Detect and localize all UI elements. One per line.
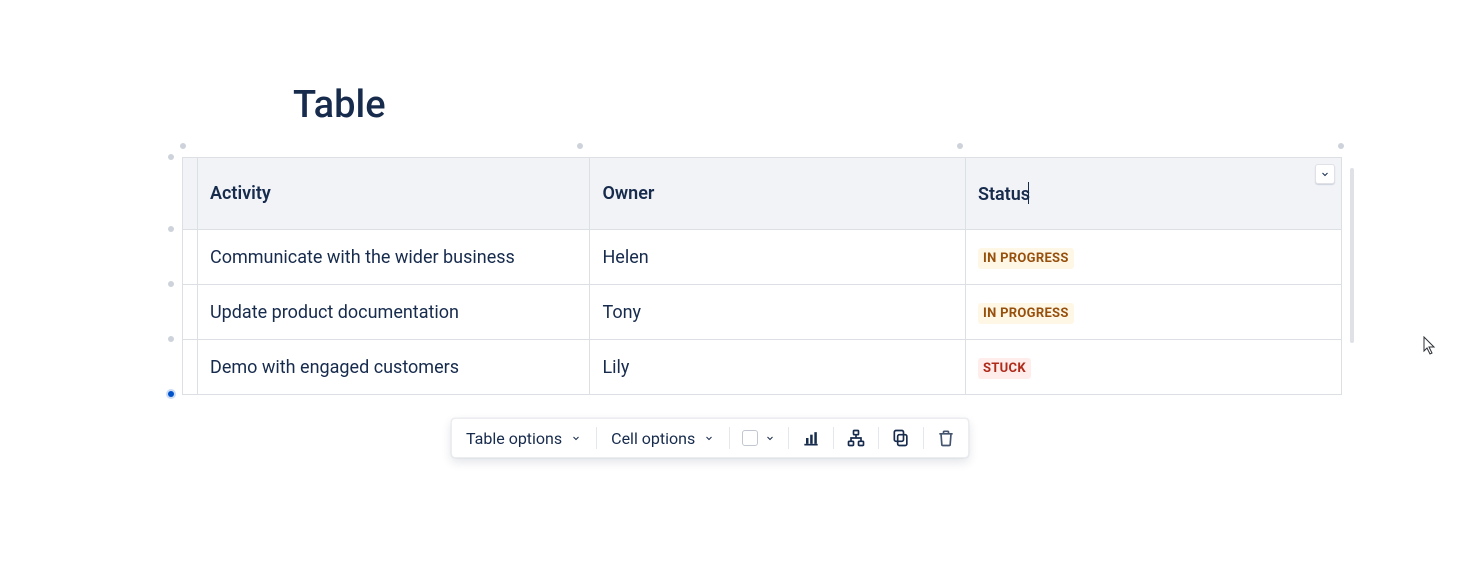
mouse-cursor-icon: [1423, 336, 1437, 356]
copy-icon: [891, 428, 911, 448]
column-header-status-text: Status: [978, 184, 1030, 205]
table-floating-toolbar: Table options Cell options: [451, 418, 969, 458]
column-header-status[interactable]: Status: [965, 158, 1341, 230]
manage-connected-data-button[interactable]: [834, 419, 878, 457]
trash-icon: [936, 428, 956, 448]
row-number-cell[interactable]: [183, 230, 198, 285]
column-header-owner[interactable]: Owner: [590, 158, 966, 230]
cell-options-label: Cell options: [611, 429, 695, 448]
color-swatch-icon: [742, 430, 758, 446]
text-cursor: [1028, 182, 1029, 204]
page-title: Table: [293, 83, 386, 129]
insert-chart-button[interactable]: [789, 419, 833, 457]
data-table: Activity Owner Status Communicate with t…: [182, 157, 1342, 395]
cell-status[interactable]: IN PROGRESS: [965, 285, 1341, 340]
cell-activity[interactable]: Update product documentation: [198, 285, 590, 340]
chevron-down-icon: [1319, 168, 1331, 180]
column-handle[interactable]: [1338, 143, 1344, 149]
column-header-activity[interactable]: Activity: [198, 158, 590, 230]
row-number-header[interactable]: [183, 158, 198, 230]
row-handle[interactable]: [168, 154, 174, 160]
table-container: Activity Owner Status Communicate with t…: [182, 157, 1342, 395]
row-handle[interactable]: [168, 281, 174, 287]
cell-status[interactable]: IN PROGRESS: [965, 230, 1341, 285]
table-options-button[interactable]: Table options: [452, 419, 596, 457]
cell-owner[interactable]: Tony: [590, 285, 966, 340]
table-options-label: Table options: [466, 429, 562, 448]
cell-activity[interactable]: Communicate with the wider business: [198, 230, 590, 285]
row-handle[interactable]: [168, 336, 174, 342]
row-number-cell[interactable]: [183, 285, 198, 340]
status-badge: IN PROGRESS: [978, 303, 1074, 324]
table-row[interactable]: Update product documentation Tony IN PRO…: [183, 285, 1342, 340]
status-badge: IN PROGRESS: [978, 248, 1074, 269]
cell-status[interactable]: STUCK: [965, 340, 1341, 395]
row-number-cell[interactable]: [183, 340, 198, 395]
cell-options-button[interactable]: Cell options: [597, 419, 729, 457]
column-options-button[interactable]: [1315, 164, 1335, 184]
delete-table-button[interactable]: [924, 419, 968, 457]
chart-icon: [801, 428, 821, 448]
table-row[interactable]: Demo with engaged customers Lily STUCK: [183, 340, 1342, 395]
sitemap-icon: [846, 428, 866, 448]
cell-owner[interactable]: Helen: [590, 230, 966, 285]
status-badge: STUCK: [978, 358, 1031, 379]
chevron-down-icon: [764, 432, 776, 444]
row-handle[interactable]: [168, 391, 174, 397]
cell-owner[interactable]: Lily: [590, 340, 966, 395]
copy-table-button[interactable]: [879, 419, 923, 457]
cell-background-color-button[interactable]: [730, 419, 788, 457]
column-handle[interactable]: [180, 143, 186, 149]
chevron-down-icon: [570, 432, 582, 444]
cell-activity[interactable]: Demo with engaged customers: [198, 340, 590, 395]
scroll-indicator[interactable]: [1350, 168, 1354, 343]
column-handle[interactable]: [577, 143, 583, 149]
row-handle[interactable]: [168, 226, 174, 232]
chevron-down-icon: [703, 432, 715, 444]
table-row[interactable]: Communicate with the wider business Hele…: [183, 230, 1342, 285]
column-handle[interactable]: [957, 143, 963, 149]
